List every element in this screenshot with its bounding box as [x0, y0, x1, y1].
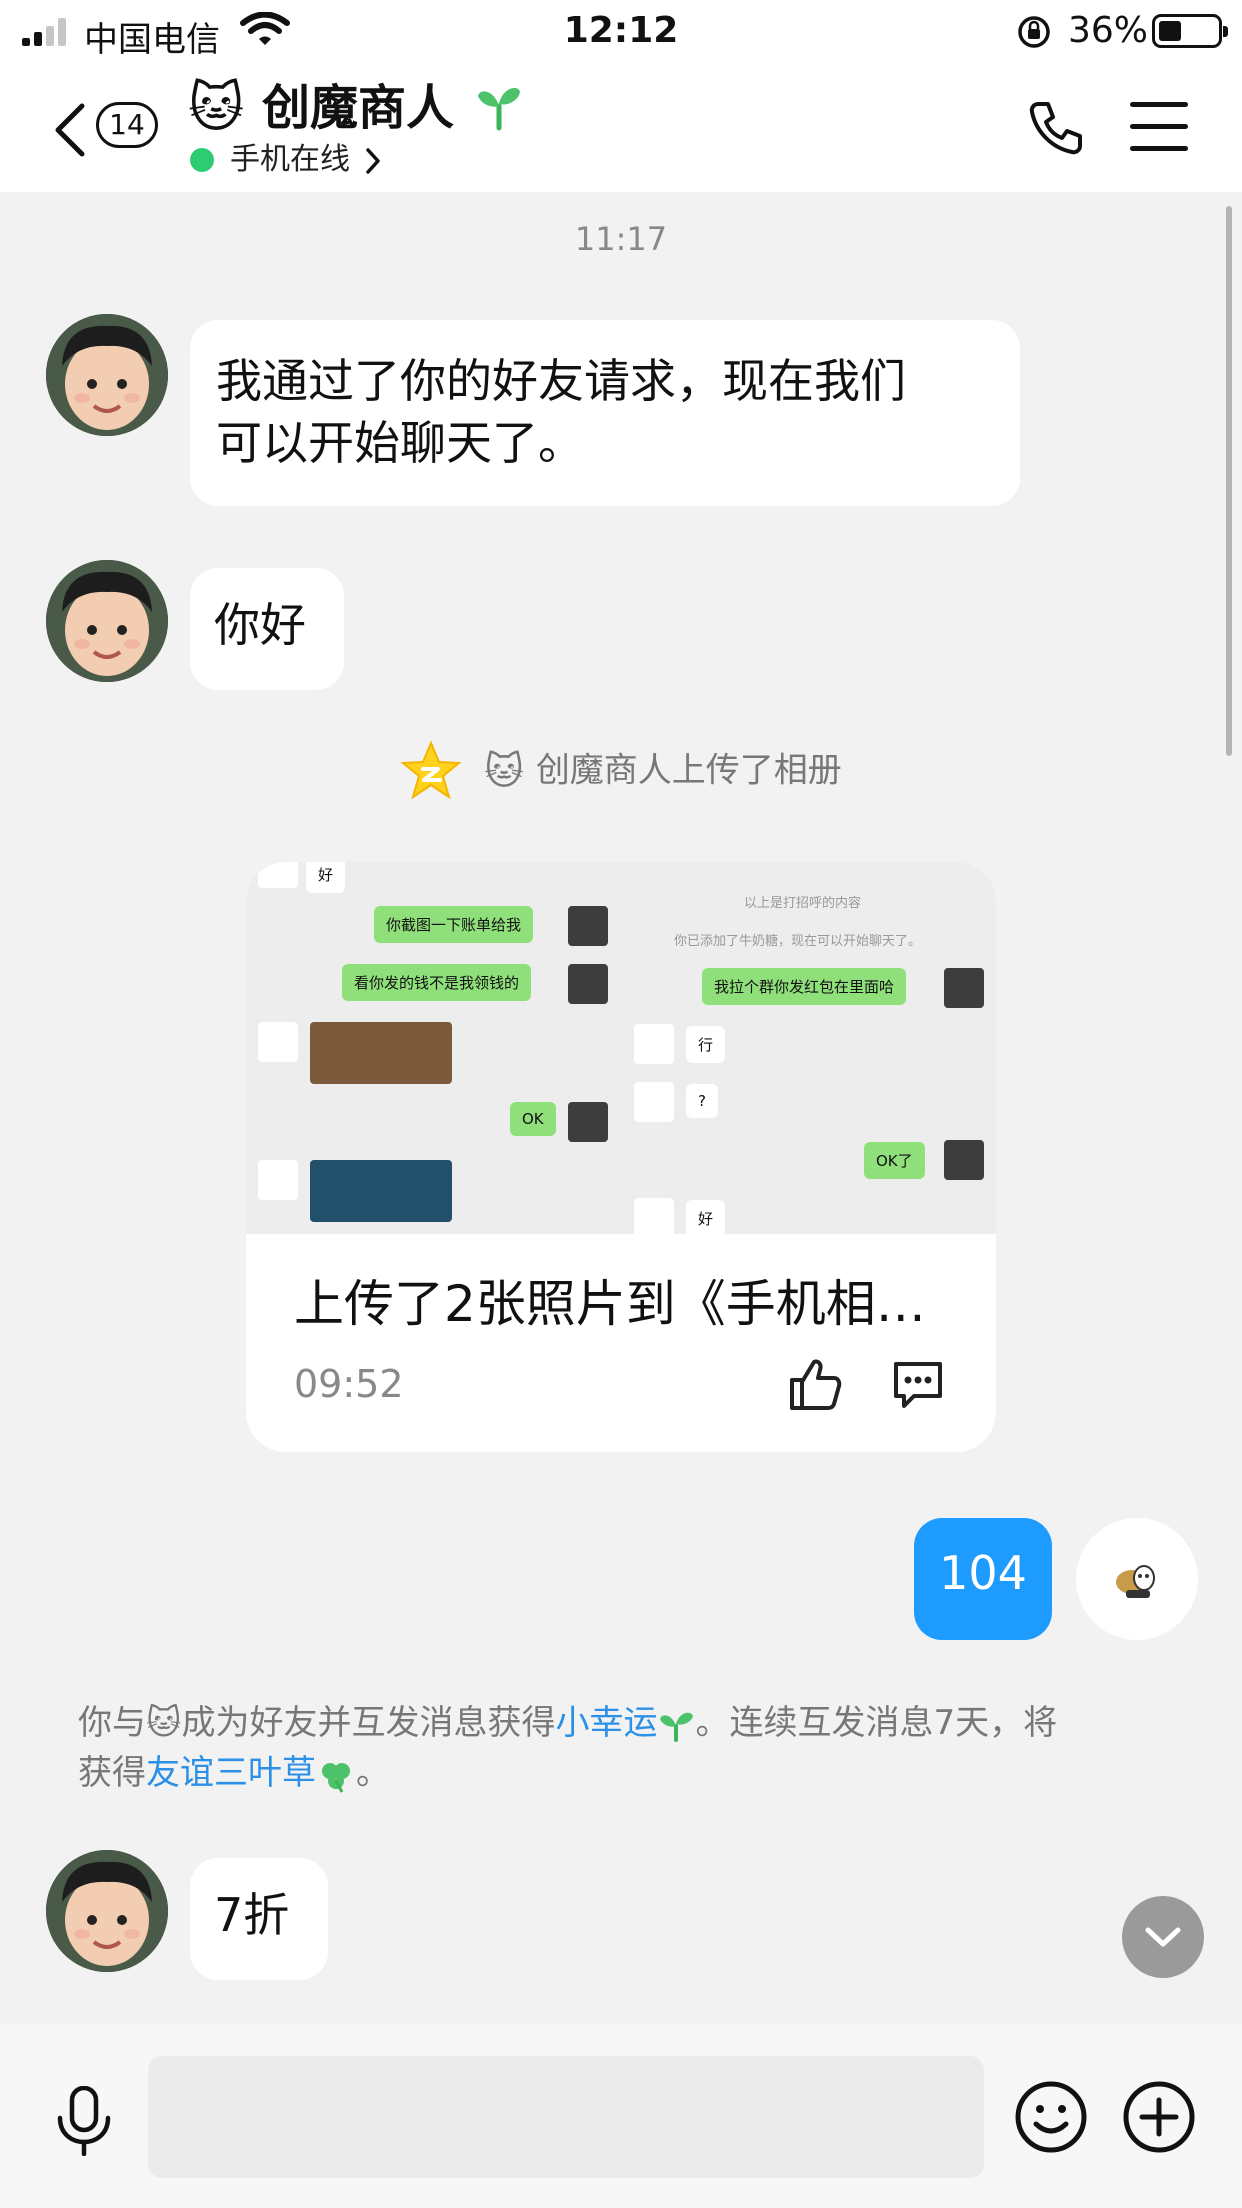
presence-status[interactable]: 手机在线 — [230, 140, 350, 180]
contact-avatar[interactable] — [46, 560, 168, 682]
mini-avatar — [258, 862, 298, 888]
mini-avatar — [568, 1102, 608, 1142]
menu-icon[interactable] — [1130, 102, 1188, 152]
online-status-dot — [190, 148, 214, 172]
message-text-line: 可以开始聊天了。 — [216, 416, 584, 470]
album-card[interactable]: 好 你截图一下账单给我 看你发的钱不是我领钱的 OK 以上是打招呼的内容 你已添… — [246, 862, 996, 1452]
mini-bubble: 好 — [686, 1200, 726, 1234]
mini-avatar — [634, 1198, 674, 1234]
sprout-icon — [660, 1712, 694, 1742]
phone-icon[interactable] — [1026, 98, 1086, 158]
notice-text: 你与 — [78, 1703, 146, 1743]
battery-percent: 36% — [1068, 10, 1149, 51]
mini-bubble: 你截图一下账单给我 — [374, 906, 534, 943]
mini-bubble: ? — [686, 1084, 718, 1118]
message-text-line: 我通过了你的好友请求，现在我们 — [216, 354, 906, 408]
album-photo[interactable]: 以上是打招呼的内容 你已添加了牛奶糖，现在可以开始聊天了。 我拉个群你发红包在里… — [624, 862, 996, 1234]
plus-icon[interactable] — [1122, 2080, 1196, 2154]
notice-text: 成为好友并互发消息获得 — [181, 1703, 556, 1743]
friendship-notice: 你与🐱成为好友并互发消息获得小幸运 。连续互发消息7天，将获得友谊三叶草。 — [78, 1698, 1178, 1798]
mini-avatar — [258, 1022, 298, 1062]
album-title: 上传了2张照片到《手机相… — [294, 1275, 926, 1333]
mini-bubble: OK了 — [864, 1142, 925, 1179]
status-bar: 中国电信 12:12 36% — [0, 0, 1242, 62]
mini-bubble: 行 — [686, 1026, 726, 1063]
scroll-to-bottom-button[interactable] — [1122, 1896, 1204, 1978]
like-icon[interactable] — [786, 1356, 842, 1412]
mini-screenshot — [310, 1022, 452, 1084]
cat-emoji: 🐱 — [188, 76, 245, 139]
mini-note: 你已添加了牛奶糖，现在可以开始聊天了。 — [674, 934, 922, 949]
mini-avatar — [944, 968, 984, 1008]
cat-emoji: 🐱 — [146, 1703, 182, 1743]
contact-name[interactable]: 创魔商人 — [262, 76, 454, 140]
sent-message-bubble[interactable]: 104 — [914, 1518, 1052, 1640]
message-bubble[interactable]: 我通过了你的好友请求，现在我们 可以开始聊天了。 — [190, 320, 1020, 506]
mini-avatar — [634, 1082, 674, 1122]
mini-bubble: 好 — [306, 862, 346, 893]
album-thumbnails: 好 你截图一下账单给我 看你发的钱不是我领钱的 OK 以上是打招呼的内容 你已添… — [246, 862, 996, 1234]
mini-bubble: 我拉个群你发红包在里面哈 — [702, 968, 907, 1005]
cat-emoji: 🐱 — [484, 748, 524, 793]
message-bubble[interactable]: 7折 — [190, 1858, 328, 1980]
album-upload-notice: 🐱 创魔商人上传了相册 — [0, 736, 1242, 802]
chat-timestamp: 11:17 — [574, 220, 668, 258]
mini-screenshot — [310, 1160, 452, 1222]
notice-text: 获得 — [78, 1753, 146, 1793]
mini-avatar — [568, 964, 608, 1004]
mini-bubble: 看你发的钱不是我领钱的 — [342, 964, 532, 1001]
mini-note: 以上是打招呼的内容 — [744, 896, 862, 911]
mini-bubble: OK — [510, 1102, 556, 1136]
notice-text: 。 — [356, 1753, 390, 1793]
chat-header: 14 🐱 创魔商人 手机在线 — [0, 62, 1242, 192]
message-bubble[interactable]: 你好 — [190, 568, 344, 690]
contact-avatar[interactable] — [46, 314, 168, 436]
qzone-star-icon — [400, 739, 462, 799]
my-avatar[interactable] — [1076, 1518, 1198, 1640]
comment-icon[interactable] — [890, 1358, 946, 1412]
battery-icon — [1152, 14, 1228, 48]
album-photo[interactable]: 好 你截图一下账单给我 看你发的钱不是我领钱的 OK — [246, 862, 618, 1234]
clock: 12:12 — [563, 10, 679, 51]
mini-avatar — [944, 1140, 984, 1180]
back-icon[interactable] — [52, 102, 88, 158]
message-text: 104 — [939, 1546, 1027, 1600]
sprout-icon[interactable] — [474, 82, 524, 132]
upload-notice-text: 创魔商人上传了相册 — [535, 750, 842, 791]
chevron-right-icon[interactable] — [364, 146, 382, 176]
message-text: 7折 — [214, 1888, 290, 1942]
message-text: 你好 — [214, 598, 306, 652]
chevron-down-icon — [1145, 1927, 1181, 1947]
clover-link[interactable]: 友谊三叶草 — [146, 1753, 316, 1793]
mini-avatar — [568, 906, 608, 946]
lucky-link[interactable]: 小幸运 — [555, 1703, 657, 1743]
unread-count-badge[interactable]: 14 — [96, 102, 158, 148]
scrollbar[interactable] — [1226, 206, 1232, 756]
emoji-icon[interactable] — [1014, 2080, 1088, 2154]
notice-text: 。连续互发消息7天，将 — [695, 1703, 1058, 1743]
input-bar — [0, 2024, 1242, 2208]
contact-avatar[interactable] — [46, 1850, 168, 1972]
message-input[interactable] — [148, 2056, 984, 2178]
clover-icon — [322, 1762, 350, 1793]
rotation-lock-icon — [1018, 16, 1050, 48]
album-time: 09:52 — [294, 1362, 404, 1406]
microphone-icon[interactable] — [52, 2086, 116, 2156]
mini-avatar — [634, 1024, 674, 1064]
mini-avatar — [258, 1160, 298, 1200]
